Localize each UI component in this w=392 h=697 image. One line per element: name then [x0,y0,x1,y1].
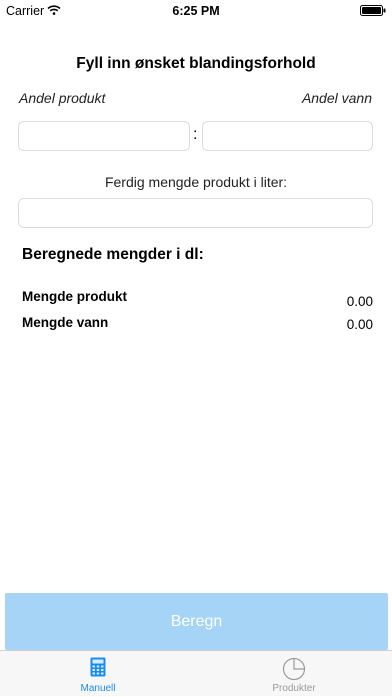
battery-icon [360,5,386,16]
calculate-button[interactable]: Beregn [5,593,388,650]
tab-produkter-label: Produkter [272,683,316,694]
water-amount-value: 0.00 [346,317,373,332]
form-title: Fyll inn ønsket blandingsforhold [76,55,316,72]
product-amount-label: Mengde produkt [22,289,127,304]
tab-bar: Manuell Produkter [0,650,392,696]
pie-chart-icon [282,657,306,681]
status-bar: Carrier 6:25 PM [0,0,392,22]
water-share-field-container [202,121,373,151]
tab-manuell-label: Manuell [80,683,116,694]
water-share-input[interactable] [203,122,372,150]
amount-input[interactable] [19,199,372,227]
status-time: 6:25 PM [172,4,220,18]
product-share-input[interactable] [19,122,189,150]
water-amount-label: Mengde vann [22,315,109,330]
product-share-field-container [18,121,190,151]
ratio-separator: : [193,126,198,143]
amount-field-container [18,198,373,228]
results-title: Beregnede mengder i dl: [22,246,204,263]
product-share-label: Andel produkt [19,90,106,106]
tab-produkter[interactable]: Produkter [196,651,392,697]
tab-manuell[interactable]: Manuell [0,651,196,697]
water-share-label: Andel vann [301,90,372,106]
product-amount-value: 0.00 [346,294,373,309]
amount-label: Ferdig mengde produkt i liter: [104,174,288,190]
calculator-icon [90,657,106,677]
